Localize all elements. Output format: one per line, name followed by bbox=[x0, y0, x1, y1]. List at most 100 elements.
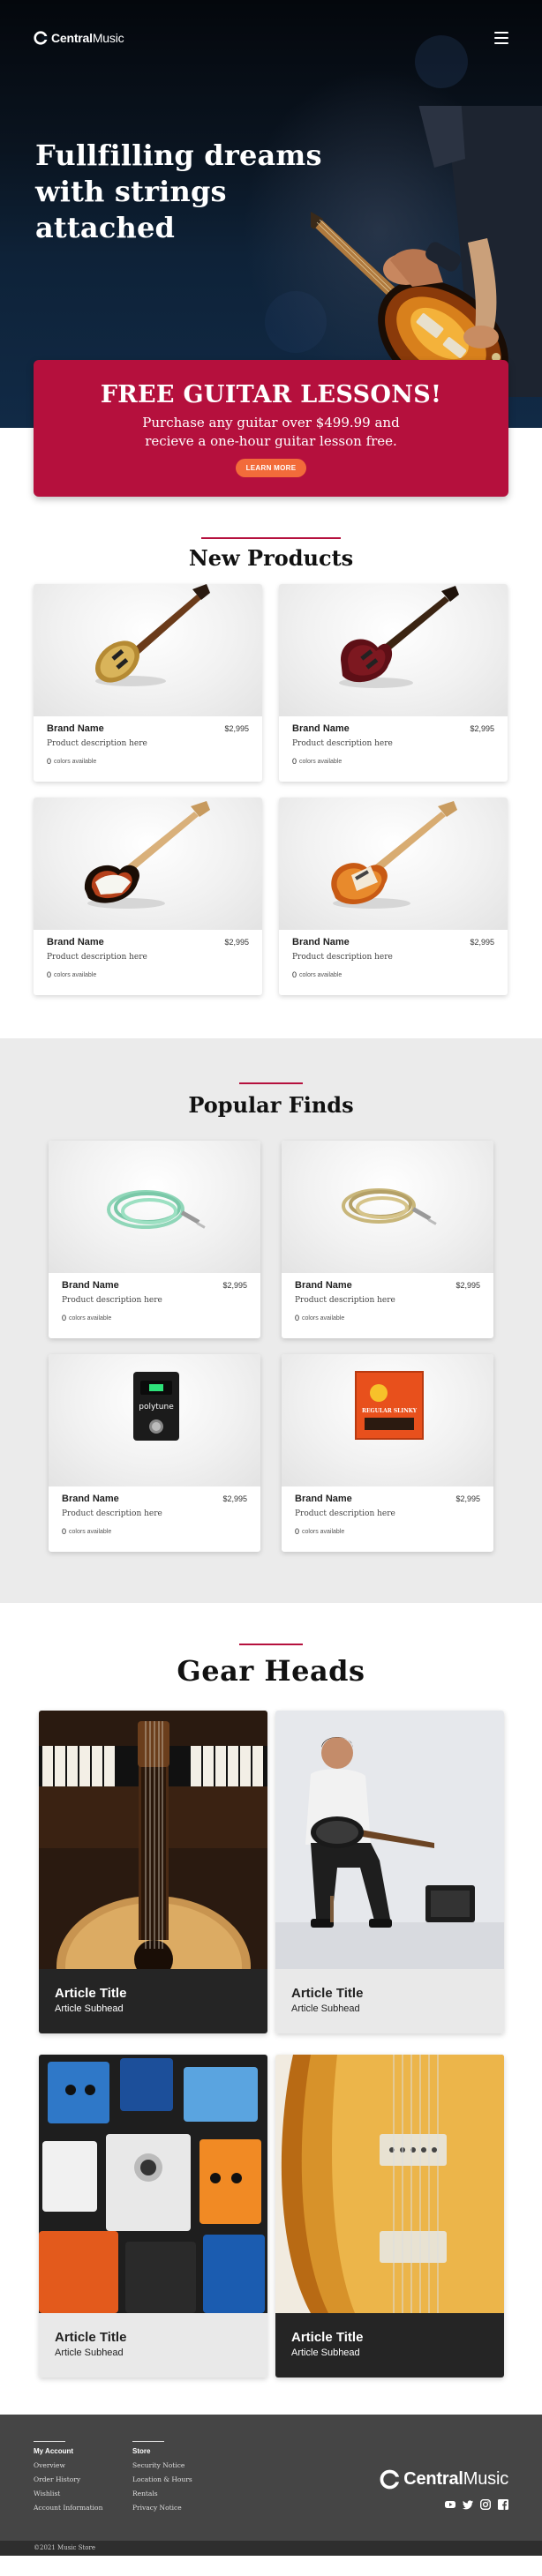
product-description: Product description here bbox=[292, 953, 393, 962]
orange-guitar-image bbox=[331, 801, 457, 909]
gear-heads-section: Gear Heads Article Title Article Subhead… bbox=[0, 1603, 542, 2415]
strings-pack-image: REGULAR SLINKY bbox=[355, 1371, 424, 1440]
section-divider bbox=[201, 537, 341, 539]
footer-link[interactable]: Rentals bbox=[132, 2487, 192, 2501]
twitter-icon[interactable] bbox=[463, 2499, 473, 2510]
section-title: New Products bbox=[188, 545, 354, 571]
hero-title: Fullfilling dreams with strings attached bbox=[35, 139, 322, 244]
product-description: Product description here bbox=[62, 1509, 162, 1518]
logo-text: CentralMusic bbox=[51, 31, 124, 45]
product-card[interactable]: Brand Name $2,995 Product description her… bbox=[282, 1141, 493, 1338]
mint-cable-image bbox=[107, 1190, 206, 1229]
hero-guitarist-image bbox=[311, 106, 542, 397]
article-card[interactable]: Article Title Article Subhead bbox=[275, 1711, 504, 2033]
product-description: Product description here bbox=[62, 1296, 162, 1305]
site-logo[interactable]: CentralMusic bbox=[34, 31, 124, 45]
section-divider bbox=[239, 1082, 303, 1084]
popular-finds-heading: Popular Finds bbox=[0, 1082, 542, 1118]
instagram-icon[interactable] bbox=[480, 2499, 491, 2510]
product-description: Product description here bbox=[295, 1509, 395, 1518]
product-colors-available: 0 colors available bbox=[47, 757, 97, 766]
article-subhead: Article Subhead bbox=[291, 2348, 360, 2358]
gold-guitar-image bbox=[94, 584, 210, 686]
product-card[interactable]: polytune Brand Name $2,995 Product descri… bbox=[49, 1354, 260, 1552]
product-brand: Brand Name bbox=[47, 937, 104, 947]
article-card[interactable]: Article Title Article Subhead bbox=[39, 2055, 267, 2378]
product-description: Product description here bbox=[295, 1296, 395, 1305]
product-brand: Brand Name bbox=[62, 1280, 119, 1291]
section-title: Gear Heads bbox=[177, 1654, 365, 1688]
article-subhead: Article Subhead bbox=[291, 2003, 360, 2014]
footer-link[interactable]: Security Notice bbox=[132, 2459, 192, 2473]
footer-link[interactable]: Overview bbox=[34, 2459, 102, 2473]
pedalboard-image bbox=[39, 2055, 267, 2313]
bass-player-image bbox=[275, 1711, 504, 1969]
article-title: Article Title bbox=[55, 2330, 127, 2345]
gear-heads-heading: Gear Heads bbox=[0, 1644, 542, 1688]
article-title: Article Title bbox=[55, 1986, 127, 2001]
section-divider bbox=[239, 1644, 303, 1645]
logo-mark-icon bbox=[380, 2469, 401, 2490]
site-footer: My Account Overview Order History Wishli… bbox=[0, 2415, 542, 2541]
footer-logo[interactable]: CentralMusic bbox=[380, 2469, 508, 2490]
product-brand: Brand Name bbox=[292, 937, 350, 947]
product-colors-available: 0 colors available bbox=[292, 970, 343, 979]
product-card[interactable]: Brand Name $2,995 Product description her… bbox=[34, 798, 262, 995]
product-price: $2,995 bbox=[455, 1494, 480, 1503]
product-colors-available: 0 colors available bbox=[295, 1527, 345, 1536]
promo-text: Purchase any guitar over $499.99 and rec… bbox=[142, 415, 400, 449]
new-products-section: New Products Brand Name $2,995 Product de… bbox=[0, 537, 542, 1038]
footer-column-store: Store Security Notice Location & Hours R… bbox=[132, 2441, 192, 2515]
product-price: $2,995 bbox=[222, 1281, 247, 1290]
product-colors-available: 0 colors available bbox=[295, 1314, 345, 1322]
footer-column-my-account: My Account Overview Order History Wishli… bbox=[34, 2441, 102, 2515]
footer-heading: My Account bbox=[34, 2447, 74, 2455]
popular-finds-grid: Brand Name $2,995 Product description her… bbox=[0, 1141, 542, 1555]
logo-mark-icon bbox=[34, 31, 48, 45]
footer-link[interactable]: Location & Hours bbox=[132, 2473, 192, 2487]
product-price: $2,995 bbox=[224, 724, 249, 733]
learn-more-button[interactable]: LEARN MORE bbox=[235, 459, 307, 477]
red-guitar-image bbox=[339, 586, 459, 688]
product-card[interactable]: Brand Name $2,995 Product description her… bbox=[34, 584, 262, 782]
product-image bbox=[34, 798, 262, 930]
promo-wrapper: FREE GUITAR LESSONS! Purchase any guitar… bbox=[0, 360, 542, 537]
les-paul-closeup-image bbox=[275, 2055, 504, 2313]
menu-hamburger-icon[interactable] bbox=[494, 32, 508, 44]
product-colors-available: 0 colors available bbox=[47, 970, 97, 979]
pedal-label-text: polytune bbox=[139, 1403, 174, 1412]
product-image bbox=[279, 798, 508, 930]
article-card[interactable]: Article Title Article Subhead bbox=[275, 2055, 504, 2378]
social-links bbox=[445, 2499, 508, 2510]
product-card[interactable]: Brand Name $2,995 Product description her… bbox=[279, 798, 508, 995]
product-card[interactable]: Brand Name $2,995 Product description her… bbox=[279, 584, 508, 782]
youtube-icon[interactable] bbox=[445, 2499, 455, 2510]
product-brand: Brand Name bbox=[295, 1494, 352, 1504]
product-card[interactable]: REGULAR SLINKY Brand Name $2,995 Product … bbox=[282, 1354, 493, 1552]
footer-link[interactable]: Privacy Notice bbox=[132, 2501, 192, 2515]
footer-link[interactable]: Order History bbox=[34, 2473, 102, 2487]
product-description: Product description here bbox=[292, 739, 393, 748]
product-image: polytune bbox=[49, 1354, 260, 1486]
promo-title: FREE GUITAR LESSONS! bbox=[100, 381, 442, 408]
product-description: Product description here bbox=[47, 739, 147, 748]
product-image: REGULAR SLINKY bbox=[282, 1354, 493, 1486]
footer-link[interactable]: Account Information bbox=[34, 2501, 102, 2515]
product-brand: Brand Name bbox=[295, 1280, 352, 1291]
product-brand: Brand Name bbox=[62, 1494, 119, 1504]
articles-grid: Article Title Article Subhead Article Ti… bbox=[0, 1711, 542, 2390]
product-price: $2,995 bbox=[470, 724, 494, 733]
product-image bbox=[282, 1141, 493, 1273]
article-card[interactable]: Article Title Article Subhead bbox=[39, 1711, 267, 2033]
footer-link[interactable]: Wishlist bbox=[34, 2487, 102, 2501]
tuner-pedal-image: polytune bbox=[133, 1372, 179, 1441]
facebook-icon[interactable] bbox=[498, 2499, 508, 2510]
footer-divider bbox=[34, 2441, 65, 2442]
product-card[interactable]: Brand Name $2,995 Product description her… bbox=[49, 1141, 260, 1338]
product-colors-available: 0 colors available bbox=[292, 757, 343, 766]
popular-finds-section: Popular Finds Brand Name $2,995 Product d… bbox=[0, 1038, 542, 1603]
product-description: Product description here bbox=[47, 953, 147, 962]
product-brand: Brand Name bbox=[292, 723, 350, 734]
site-header: CentralMusic bbox=[34, 28, 508, 48]
article-subhead: Article Subhead bbox=[55, 2348, 124, 2358]
